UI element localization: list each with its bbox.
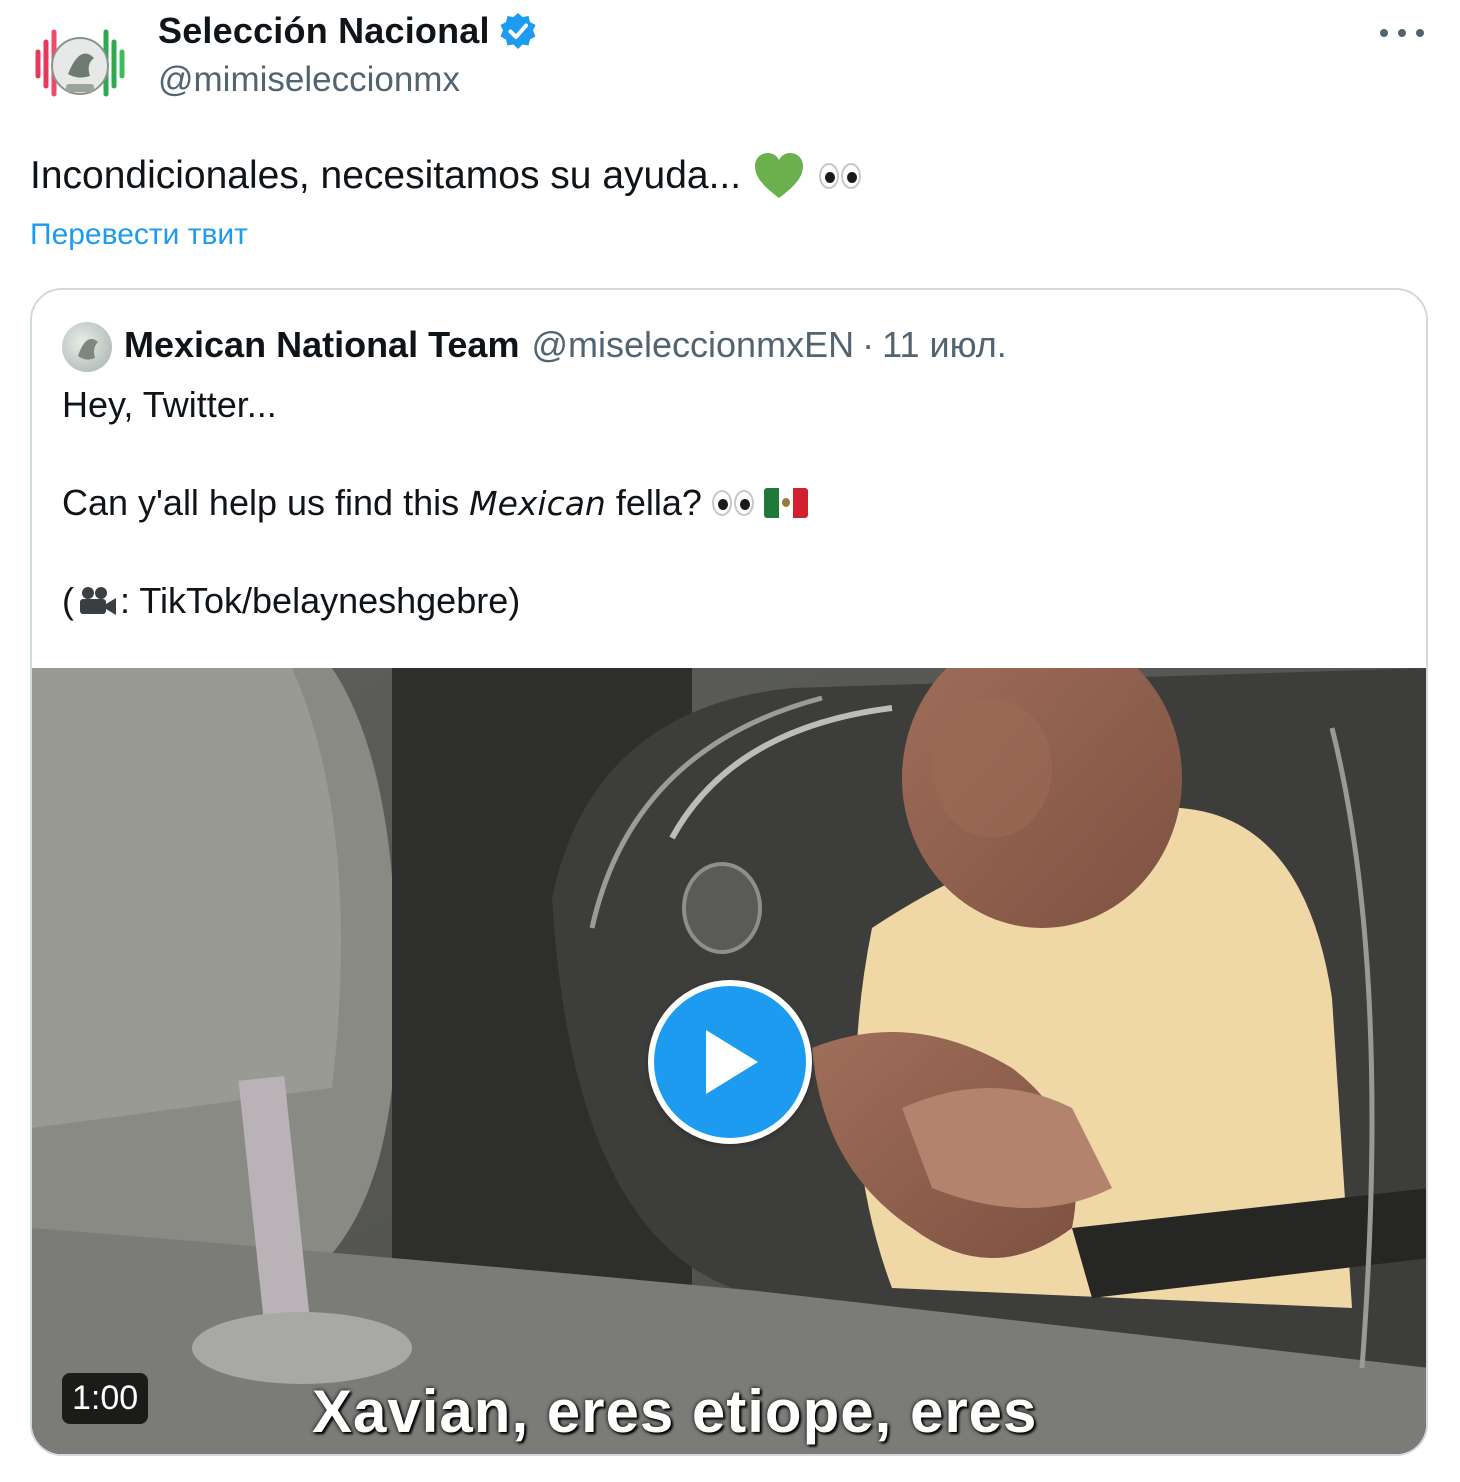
author-handle[interactable]: @mimiseleccionmx	[158, 60, 460, 100]
more-dots-icon	[1398, 29, 1406, 37]
quoted-italic-text: Mexican	[469, 483, 606, 523]
quoted-tweet[interactable]: Mexican National Team @miseleccionmxEN ·…	[30, 288, 1428, 1456]
quoted-header: Mexican National Team @miseleccionmxEN ·…	[124, 324, 1007, 366]
quoted-author-name[interactable]: Mexican National Team	[124, 324, 519, 366]
quoted-author-avatar[interactable]	[62, 322, 112, 372]
quoted-text: (	[62, 580, 74, 621]
federation-logo-icon	[30, 14, 130, 114]
quoted-line-2: Can y'all help us find this Mexican fell…	[62, 482, 808, 524]
tweet: Selección Nacional @mimiseleccionmx Inco…	[0, 0, 1460, 1482]
video-player[interactable]: 1:00 Xavian, eres etiope, eres	[32, 668, 1426, 1454]
author-name[interactable]: Selección Nacional	[158, 10, 490, 52]
eyes-icon	[819, 163, 863, 189]
more-dots-icon	[1380, 29, 1388, 37]
quoted-date[interactable]: 11 июл.	[882, 324, 1007, 366]
eyes-icon	[711, 490, 756, 516]
quoted-line-1: Hey, Twitter...	[62, 384, 277, 425]
mexico-flag-icon	[763, 488, 808, 518]
quoted-text: Can y'all help us find this	[62, 482, 460, 523]
movie-camera-icon	[80, 587, 116, 615]
quoted-text: fella?	[615, 482, 702, 523]
play-button[interactable]	[648, 980, 812, 1144]
tweet-text: Incondicionales, necesitamos su ayuda...	[30, 154, 742, 197]
play-icon	[706, 1030, 758, 1094]
quoted-text: : TikTok/belayneshgebre)	[120, 580, 521, 621]
federation-logo-icon	[78, 339, 98, 360]
quoted-line-3: ( : TikTok/belayneshgebre)	[62, 580, 520, 622]
more-dots-icon	[1416, 29, 1424, 37]
separator-dot: ·	[862, 324, 875, 365]
tweet-text-row: Incondicionales, necesitamos su ayuda...	[30, 152, 863, 200]
verified-badge-icon	[500, 13, 536, 49]
green-heart-icon	[755, 153, 804, 198]
quoted-author-handle[interactable]: @miseleccionmxEN	[531, 324, 854, 366]
video-duration: 1:00	[62, 1373, 149, 1424]
author-avatar[interactable]	[30, 14, 130, 114]
more-options-button[interactable]	[1380, 20, 1424, 46]
video-caption: Xavian, eres etiope, eres	[312, 1378, 1038, 1445]
translate-link[interactable]: Перевести твит	[30, 218, 248, 252]
